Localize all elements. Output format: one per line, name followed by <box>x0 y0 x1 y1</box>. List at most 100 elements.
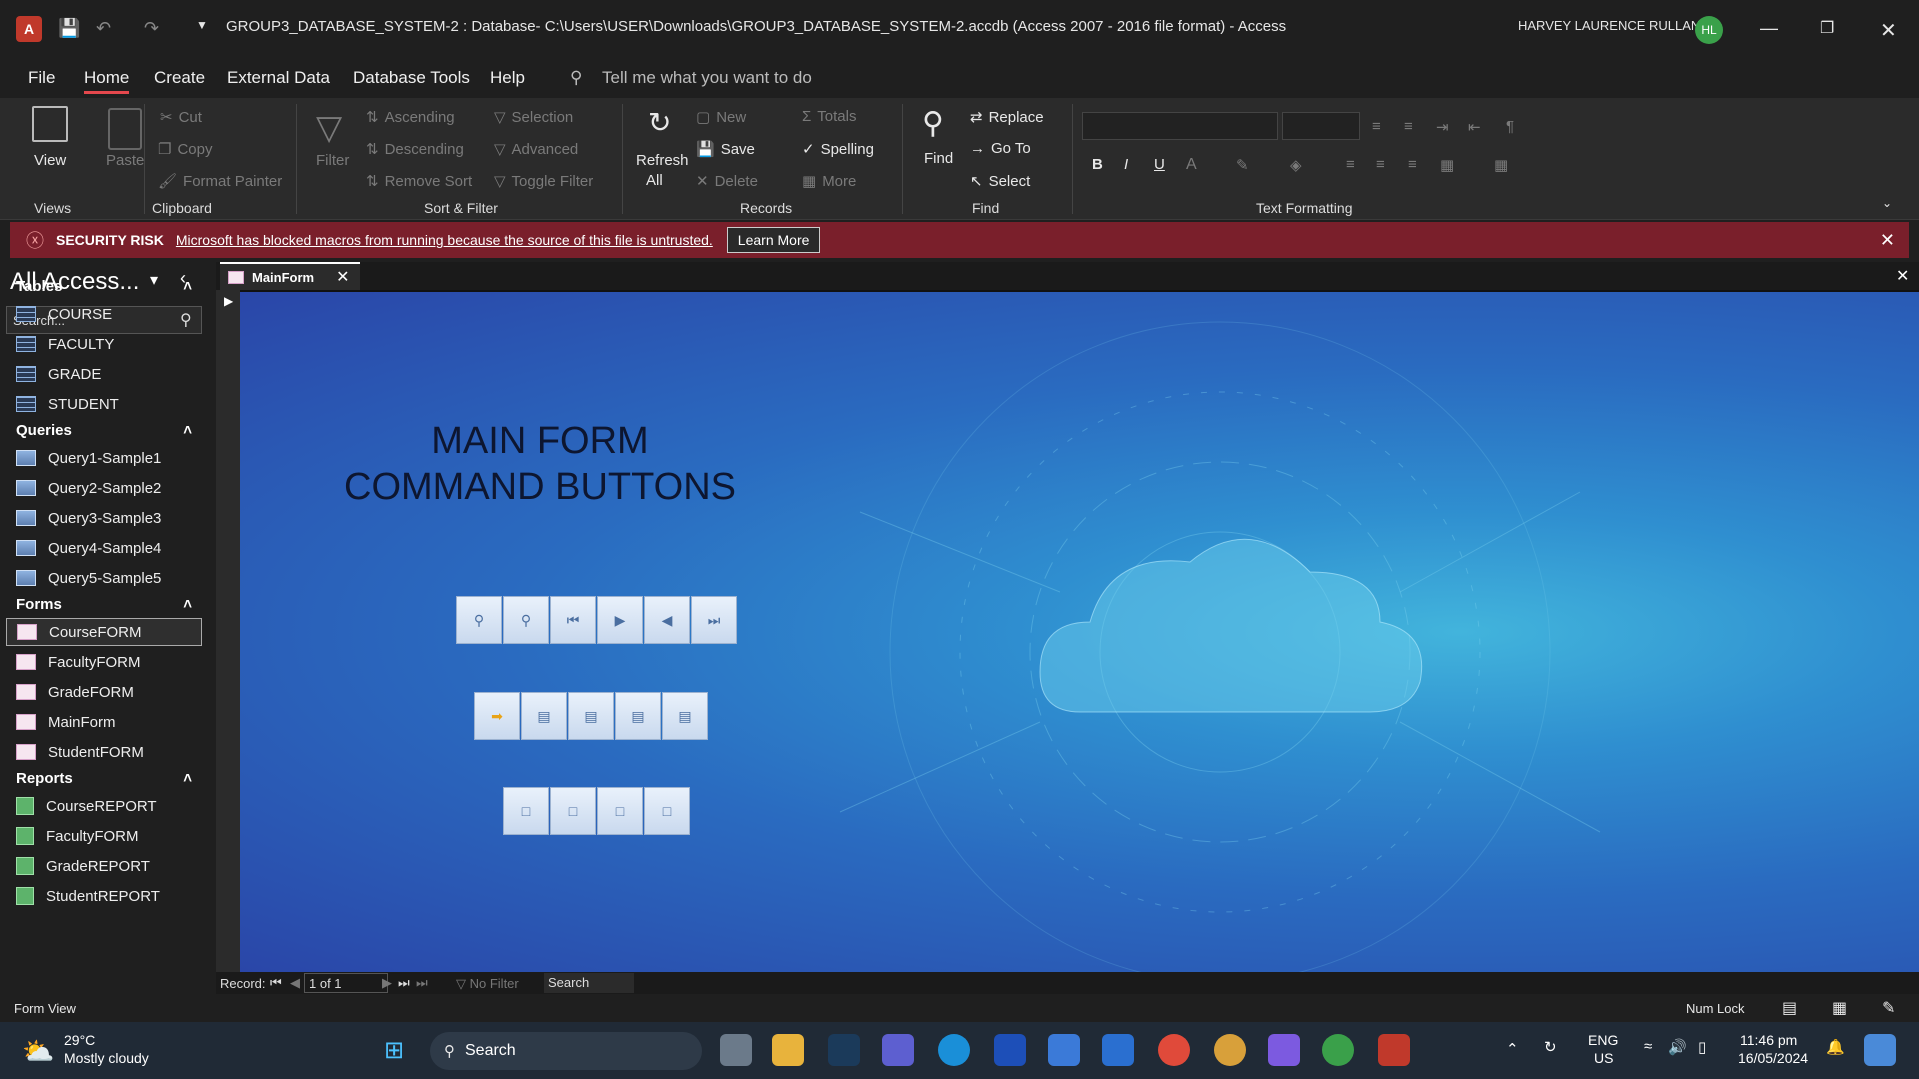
nav-item-report[interactable]: StudentREPORT <box>16 882 200 910</box>
app-icon-l[interactable] <box>994 1034 1026 1066</box>
tray-chevron-icon[interactable]: ⌃ <box>1506 1040 1519 1058</box>
security-message-link[interactable]: Microsoft has blocked macros from runnin… <box>176 232 713 248</box>
task-view-icon[interactable] <box>720 1034 752 1066</box>
no-filter-indicator[interactable]: ▽ No Filter <box>456 976 519 992</box>
design-view-icon[interactable]: ✎ <box>1882 998 1895 1018</box>
nav-group-forms[interactable]: Forms ˄ <box>16 596 192 613</box>
collapse-group-icon[interactable]: ˄ <box>183 770 192 787</box>
font-name-select[interactable] <box>1082 112 1278 140</box>
ascending-button[interactable]: ⇅ Ascending <box>366 108 455 127</box>
record-position-input[interactable]: 1 of 1 <box>304 973 388 993</box>
nav-item-table[interactable]: GRADE <box>16 360 200 388</box>
align-left-icon[interactable]: ≡ <box>1346 156 1355 173</box>
open-report-button-3[interactable]: □ <box>597 787 643 835</box>
previous-record-button[interactable]: ◀ <box>644 596 690 644</box>
nav-item-table[interactable]: COURSE <box>16 300 200 328</box>
advanced-button[interactable]: ▽ Advanced <box>494 140 578 159</box>
edge-icon[interactable] <box>938 1034 970 1066</box>
nav-item-report[interactable]: CourseREPORT <box>16 792 200 820</box>
copy-button[interactable]: ❐ Copy <box>158 140 212 159</box>
next-record-button[interactable]: ▶ <box>597 596 643 644</box>
nav-item-report[interactable]: FacultyFORM <box>16 822 200 850</box>
format-painter-button[interactable]: 🖌 Format Painter <box>158 172 282 191</box>
new-record-nav-icon[interactable]: ⏭ <box>416 975 428 991</box>
align-right-icon[interactable]: ≡ <box>1408 156 1417 173</box>
tab-mainform[interactable]: MainForm ✕ <box>220 262 360 290</box>
align-center-icon[interactable]: ≡ <box>1376 156 1385 173</box>
menu-help[interactable]: Help <box>490 68 525 88</box>
outdent-icon[interactable]: ⇤ <box>1468 118 1481 136</box>
font-size-select[interactable] <box>1282 112 1360 140</box>
form-view-icon[interactable]: ▤ <box>1782 998 1797 1018</box>
record-selector[interactable]: ▶ <box>216 290 240 972</box>
copilot-icon[interactable] <box>1864 1034 1896 1066</box>
access-taskbar-icon[interactable] <box>1378 1034 1410 1066</box>
toggle-filter-button[interactable]: ▽ Toggle Filter <box>494 172 593 191</box>
refresh-all-button[interactable]: Refresh <box>636 152 689 169</box>
paste-button[interactable]: Paste <box>106 152 144 169</box>
first-record-nav-icon[interactable]: ⏮ <box>270 975 282 991</box>
font-color-icon[interactable]: A <box>1186 156 1197 174</box>
restore-icon[interactable]: ❐ <box>1820 18 1834 38</box>
more-button[interactable]: ▦ More <box>802 172 856 191</box>
bullets-icon[interactable]: ≡ <box>1372 118 1381 135</box>
menu-create[interactable]: Create <box>154 68 205 88</box>
file-explorer-icon[interactable] <box>772 1034 804 1066</box>
language-secondary[interactable]: US <box>1594 1050 1613 1066</box>
find-button[interactable]: Find <box>924 150 953 167</box>
delete-record-button[interactable]: ✕ Delete <box>696 172 758 191</box>
nav-item-form[interactable]: FacultyFORM <box>16 648 200 676</box>
avatar[interactable]: HL <box>1695 16 1723 44</box>
filter-button[interactable]: Filter <box>316 152 349 169</box>
undo-icon[interactable]: ↶ <box>96 18 111 39</box>
chrome-profile-icon[interactable] <box>1214 1034 1246 1066</box>
close-icon[interactable]: ✕ <box>1880 18 1897 43</box>
nav-item-query[interactable]: Query2-Sample2 <box>16 474 200 502</box>
prev-record-nav-icon[interactable]: ◀ <box>290 975 300 991</box>
open-form-button-1[interactable]: ▤ <box>521 692 567 740</box>
minimize-icon[interactable]: — <box>1760 18 1778 39</box>
nav-item-table[interactable]: FACULTY <box>16 330 200 358</box>
nav-group-tables[interactable]: Tables ˄ <box>16 278 192 295</box>
app-icon-2[interactable] <box>1102 1034 1134 1066</box>
totals-button[interactable]: Σ Totals <box>802 108 856 125</box>
close-security-bar-icon[interactable]: ✕ <box>1880 230 1895 251</box>
save-record-button[interactable]: 💾 Save <box>696 140 755 159</box>
nav-item-query[interactable]: Query1-Sample1 <box>16 444 200 472</box>
nav-item-query[interactable]: Query3-Sample3 <box>16 504 200 532</box>
last-record-button[interactable]: ⏭ <box>691 596 737 644</box>
indent-icon[interactable]: ⇥ <box>1436 118 1449 136</box>
record-search-input[interactable]: Search <box>544 973 634 993</box>
open-form-button-4[interactable]: ▤ <box>662 692 708 740</box>
first-record-button[interactable]: ⏮ <box>550 596 596 644</box>
gridlines-icon[interactable]: ▦ <box>1440 156 1454 174</box>
app-icon-1[interactable] <box>828 1034 860 1066</box>
notification-icon[interactable]: 🔔 <box>1826 1038 1845 1056</box>
learn-more-button[interactable]: Learn More <box>726 227 821 253</box>
nav-item-report[interactable]: GradeREPORT <box>16 852 200 880</box>
start-icon[interactable]: ⊞ <box>384 1036 404 1065</box>
battery-icon[interactable]: ▯ <box>1698 1038 1706 1056</box>
italic-button[interactable]: I <box>1124 156 1128 173</box>
redo-icon[interactable]: ↷ <box>144 18 159 39</box>
teams-icon[interactable] <box>882 1034 914 1066</box>
fill-color-icon[interactable]: ◈ <box>1290 156 1302 174</box>
app-icon-3[interactable] <box>1268 1034 1300 1066</box>
taskbar-search[interactable]: ⚲ Search <box>430 1032 702 1070</box>
paragraph-icon[interactable]: ¶ <box>1506 118 1514 135</box>
last-record-nav-icon[interactable]: ⏭ <box>398 975 410 991</box>
collapse-group-icon[interactable]: ˄ <box>183 278 192 295</box>
remove-sort-button[interactable]: ⇅ Remove Sort <box>366 172 472 191</box>
nav-group-reports[interactable]: Reports ˄ <box>16 770 192 787</box>
wifi-icon[interactable]: ≈ <box>1644 1038 1652 1055</box>
close-document-icon[interactable]: ✕ <box>1896 266 1909 286</box>
weather-desc[interactable]: Mostly cloudy <box>64 1050 149 1066</box>
exit-button[interactable]: ➡ <box>474 692 520 740</box>
close-tab-icon[interactable]: ✕ <box>336 267 349 287</box>
nav-item-form[interactable]: CourseFORM <box>6 618 202 646</box>
nav-group-queries[interactable]: Queries ˄ <box>16 422 192 439</box>
collapse-group-icon[interactable]: ˄ <box>183 596 192 613</box>
open-form-button-3[interactable]: ▤ <box>615 692 661 740</box>
clock-date[interactable]: 16/05/2024 <box>1738 1050 1808 1066</box>
volume-icon[interactable]: 🔊 <box>1668 1038 1687 1056</box>
